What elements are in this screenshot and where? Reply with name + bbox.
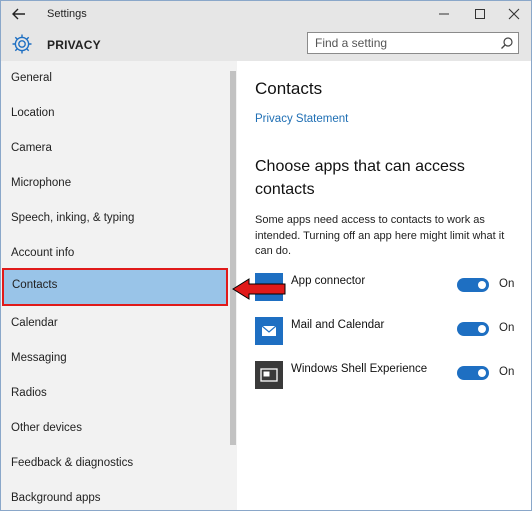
- app-name: Mail and Calendar: [291, 319, 385, 331]
- sidebar-item-location[interactable]: Location: [1, 96, 229, 131]
- sidebar-item-label: Camera: [11, 142, 52, 154]
- sidebar-item-label: Messaging: [11, 352, 67, 364]
- sidebar-item-camera[interactable]: Camera: [1, 131, 229, 166]
- sidebar-item-label: Calendar: [11, 317, 58, 329]
- app-row-windows-shell: Windows Shell Experience On: [255, 361, 525, 393]
- sidebar-item-general[interactable]: General: [1, 61, 229, 96]
- app-connector-toggle[interactable]: [457, 278, 489, 292]
- privacy-statement-link[interactable]: Privacy Statement: [255, 113, 348, 125]
- search-placeholder: Find a setting: [315, 36, 388, 50]
- gear-icon: [11, 33, 33, 55]
- page-title: Contacts: [255, 79, 323, 98]
- windows-shell-toggle[interactable]: [457, 366, 489, 380]
- app-name: Windows Shell Experience: [291, 363, 428, 375]
- sidebar-item-label: Account info: [11, 247, 75, 259]
- toggle-state: On: [499, 322, 515, 334]
- section-heading: Choose apps that can access contacts: [255, 158, 465, 198]
- sidebar-item-label: Background apps: [11, 492, 101, 504]
- close-icon[interactable]: [501, 4, 527, 24]
- minimize-icon[interactable]: [431, 4, 457, 24]
- sidebar-item-label: Location: [11, 107, 55, 119]
- sidebar-item-contacts[interactable]: Contacts: [2, 268, 228, 306]
- sidebar-item-label: Speech, inking, & typing: [11, 212, 135, 224]
- app-row-mail-calendar: Mail and Calendar On: [255, 317, 525, 349]
- sidebar-item-label: Radios: [11, 387, 47, 399]
- mail-calendar-toggle[interactable]: [457, 322, 489, 336]
- sidebar-item-radios[interactable]: Radios: [1, 376, 229, 411]
- title-bar: Settings: [1, 1, 531, 27]
- sidebar-item-account-info[interactable]: Account info: [1, 236, 229, 271]
- sidebar-item-label: Microphone: [11, 177, 72, 189]
- window-title: Settings: [47, 8, 87, 20]
- search-input[interactable]: Find a setting: [307, 32, 519, 54]
- settings-header: PRIVACY Find a setting: [1, 27, 531, 61]
- sidebar-item-label: Other devices: [11, 422, 82, 434]
- toggle-state: On: [499, 278, 515, 290]
- shell-icon: [255, 361, 283, 389]
- app-row-app-connector: App connector On: [255, 273, 525, 305]
- sidebar-item-calendar[interactable]: Calendar: [1, 306, 229, 341]
- search-icon[interactable]: [500, 36, 514, 50]
- section-description: Some apps need access to contacts to wor…: [255, 214, 505, 257]
- sidebar-item-speech[interactable]: Speech, inking, & typing: [1, 201, 229, 236]
- sidebar-item-messaging[interactable]: Messaging: [1, 341, 229, 376]
- section-title: PRIVACY: [47, 38, 101, 52]
- red-arrow-annotation: [232, 278, 286, 300]
- sidebar-item-label: General: [11, 72, 52, 84]
- toggle-state: On: [499, 366, 515, 378]
- sidebar-item-feedback[interactable]: Feedback & diagnostics: [1, 446, 229, 481]
- mail-icon: [255, 317, 283, 345]
- sidebar-item-label: Feedback & diagnostics: [11, 457, 134, 469]
- settings-window: Settings PRIVACY Find a setting General …: [0, 0, 532, 511]
- sidebar: General Location Camera Microphone Speec…: [1, 61, 237, 510]
- sidebar-item-other-devices[interactable]: Other devices: [1, 411, 229, 446]
- sidebar-item-label: Contacts: [12, 279, 58, 291]
- app-name: App connector: [291, 275, 366, 287]
- maximize-icon[interactable]: [467, 4, 493, 24]
- sidebar-item-background-apps[interactable]: Background apps: [1, 481, 229, 510]
- sidebar-scrollbar[interactable]: [230, 71, 236, 445]
- back-arrow-icon[interactable]: [9, 5, 29, 23]
- sidebar-item-microphone[interactable]: Microphone: [1, 166, 229, 201]
